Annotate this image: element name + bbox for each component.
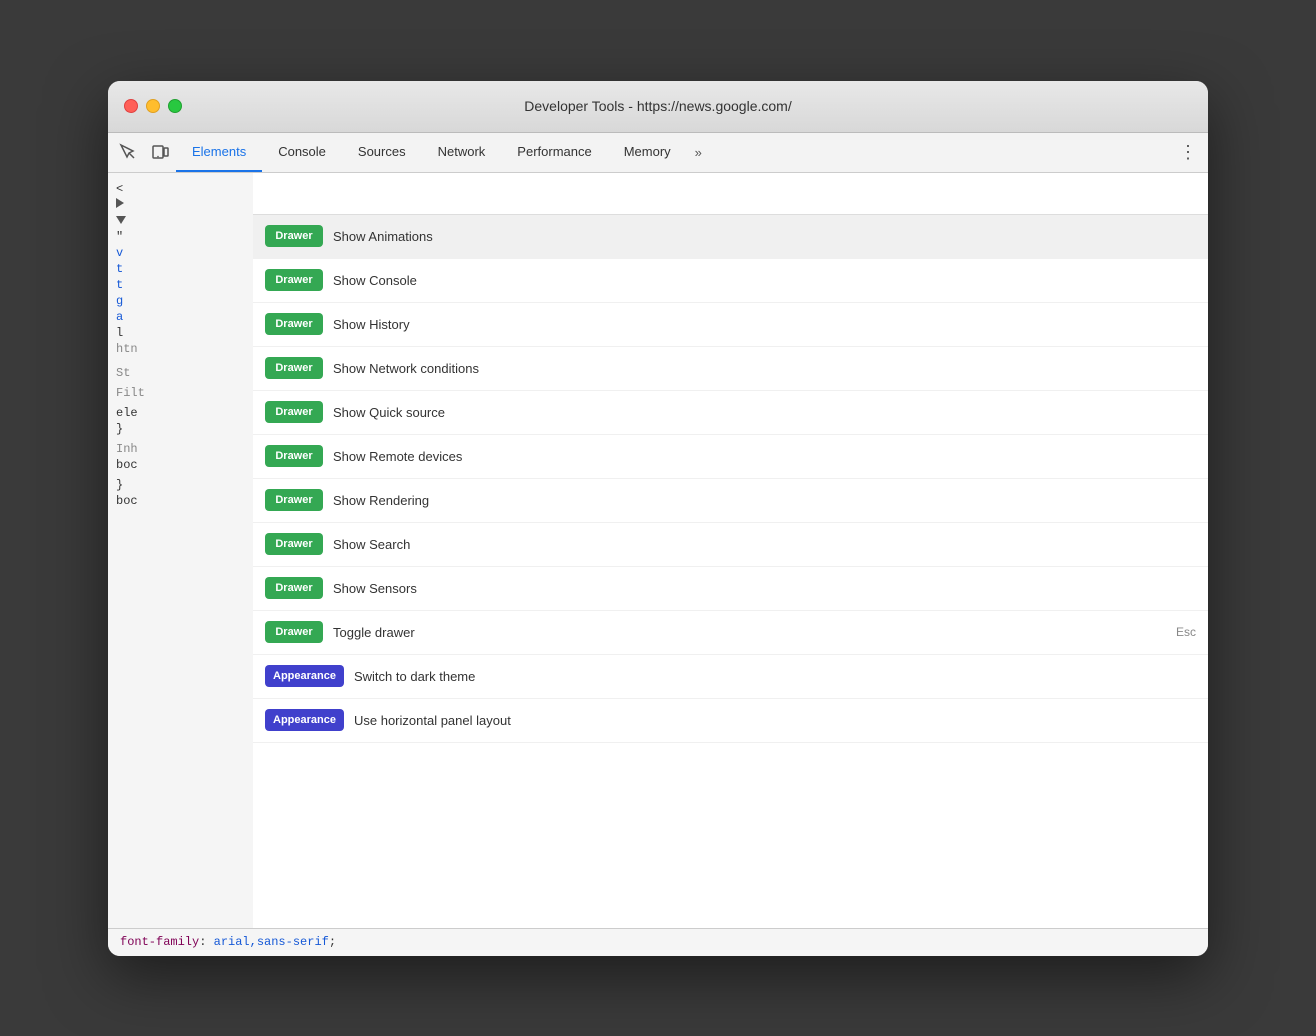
link-line-5: a — [108, 309, 259, 325]
devtools-toolbar: Elements Console Sources Network Perform… — [108, 133, 1208, 173]
list-item[interactable]: Drawer Show Network conditions — [253, 347, 1208, 391]
traffic-lights — [124, 99, 182, 113]
badge-drawer: Drawer — [265, 489, 323, 511]
inspect-icon[interactable] — [112, 136, 144, 168]
html-tag: htn — [108, 341, 259, 357]
item-shortcut: Esc — [1176, 625, 1196, 639]
list-item[interactable]: Drawer Show History — [253, 303, 1208, 347]
badge-drawer: Drawer — [265, 313, 323, 335]
tab-elements[interactable]: Elements — [176, 133, 262, 172]
brace-2: } — [108, 477, 259, 493]
list-item[interactable]: Drawer Show Rendering — [253, 479, 1208, 523]
item-label: Show Search — [333, 537, 1196, 552]
item-label: Use horizontal panel layout — [354, 713, 1196, 728]
css-value: arial,sans-serif — [214, 935, 329, 949]
item-label: Show Remote devices — [333, 449, 1196, 464]
badge-drawer: Drawer — [265, 357, 323, 379]
tab-performance[interactable]: Performance — [501, 133, 607, 172]
tab-network[interactable]: Network — [422, 133, 502, 172]
link-line-2: t — [108, 261, 259, 277]
badge-drawer: Drawer — [265, 445, 323, 467]
quote-line: " — [108, 229, 259, 245]
badge-drawer: Drawer — [265, 621, 323, 643]
item-label: Show Sensors — [333, 581, 1196, 596]
devtools-content: < " v t t g a l htn St Filt ele } Inh bo… — [108, 173, 1208, 928]
tab-more[interactable]: » — [687, 133, 710, 172]
maximize-button[interactable] — [168, 99, 182, 113]
arrow-line — [108, 197, 259, 213]
dropdown-list: Drawer Show Animations Drawer Show Conso… — [253, 215, 1208, 928]
item-label: Show Rendering — [333, 493, 1196, 508]
window-title: Developer Tools - https://news.google.co… — [524, 98, 791, 114]
css-property: font-family — [120, 935, 199, 949]
filter-label: Filt — [108, 385, 259, 401]
tab-sources[interactable]: Sources — [342, 133, 422, 172]
item-label: Switch to dark theme — [354, 669, 1196, 684]
tab-console[interactable]: Console — [262, 133, 342, 172]
minimize-button[interactable] — [146, 99, 160, 113]
list-item[interactable]: Drawer Toggle drawer Esc — [253, 611, 1208, 655]
inherited-label: Inh — [108, 441, 259, 457]
item-label: Show Network conditions — [333, 361, 1196, 376]
link-line-1: v — [108, 245, 259, 261]
item-label: Show Quick source — [333, 405, 1196, 420]
list-item[interactable]: Drawer Show Sensors — [253, 567, 1208, 611]
list-item[interactable]: Drawer Show Console — [253, 259, 1208, 303]
list-item[interactable]: Drawer Show Quick source — [253, 391, 1208, 435]
element-selector: ele — [108, 405, 259, 421]
link-line-4: g — [108, 293, 259, 309]
link-line-3: t — [108, 277, 259, 293]
brace-1: } — [108, 421, 259, 437]
devtools-window: Developer Tools - https://news.google.co… — [108, 81, 1208, 956]
badge-drawer: Drawer — [265, 225, 323, 247]
list-item[interactable]: Appearance Use horizontal panel layout — [253, 699, 1208, 743]
badge-appearance: Appearance — [265, 709, 344, 731]
close-button[interactable] — [124, 99, 138, 113]
body-selector: boc — [108, 457, 259, 473]
badge-drawer: Drawer — [265, 577, 323, 599]
badge-drawer: Drawer — [265, 533, 323, 555]
item-label: Show Console — [333, 273, 1196, 288]
title-bar: Developer Tools - https://news.google.co… — [108, 81, 1208, 133]
elements-panel: < " v t t g a l htn St Filt ele } Inh bo… — [108, 173, 260, 928]
css-semicolon: ; — [329, 935, 336, 949]
command-search-input[interactable] — [265, 185, 1196, 201]
html-line: < — [108, 181, 259, 197]
badge-drawer: Drawer — [265, 401, 323, 423]
badge-appearance: Appearance — [265, 665, 344, 687]
body-selector-2: boc — [108, 493, 259, 509]
list-item[interactable]: Drawer Show Animations — [253, 215, 1208, 259]
badge-drawer: Drawer — [265, 269, 323, 291]
tab-memory[interactable]: Memory — [608, 133, 687, 172]
device-icon[interactable] — [144, 136, 176, 168]
link-line-6: l — [108, 325, 259, 341]
list-item[interactable]: Drawer Show Search — [253, 523, 1208, 567]
toolbar-menu-button[interactable]: ⋮ — [1172, 136, 1204, 168]
toolbar-tabs: Elements Console Sources Network Perform… — [176, 133, 1172, 172]
item-label: Toggle drawer — [333, 625, 1176, 640]
item-label: Show History — [333, 317, 1196, 332]
item-label: Show Animations — [333, 229, 1196, 244]
style-label: St — [108, 365, 259, 381]
list-item[interactable]: Drawer Show Remote devices — [253, 435, 1208, 479]
list-item[interactable]: Appearance Switch to dark theme — [253, 655, 1208, 699]
bottom-bar: font-family : arial,sans-serif ; — [108, 928, 1208, 956]
css-colon: : — [199, 935, 213, 949]
arrow-down-line — [108, 213, 259, 229]
search-row — [253, 173, 1208, 215]
command-menu-overlay: Drawer Show Animations Drawer Show Conso… — [253, 173, 1208, 928]
